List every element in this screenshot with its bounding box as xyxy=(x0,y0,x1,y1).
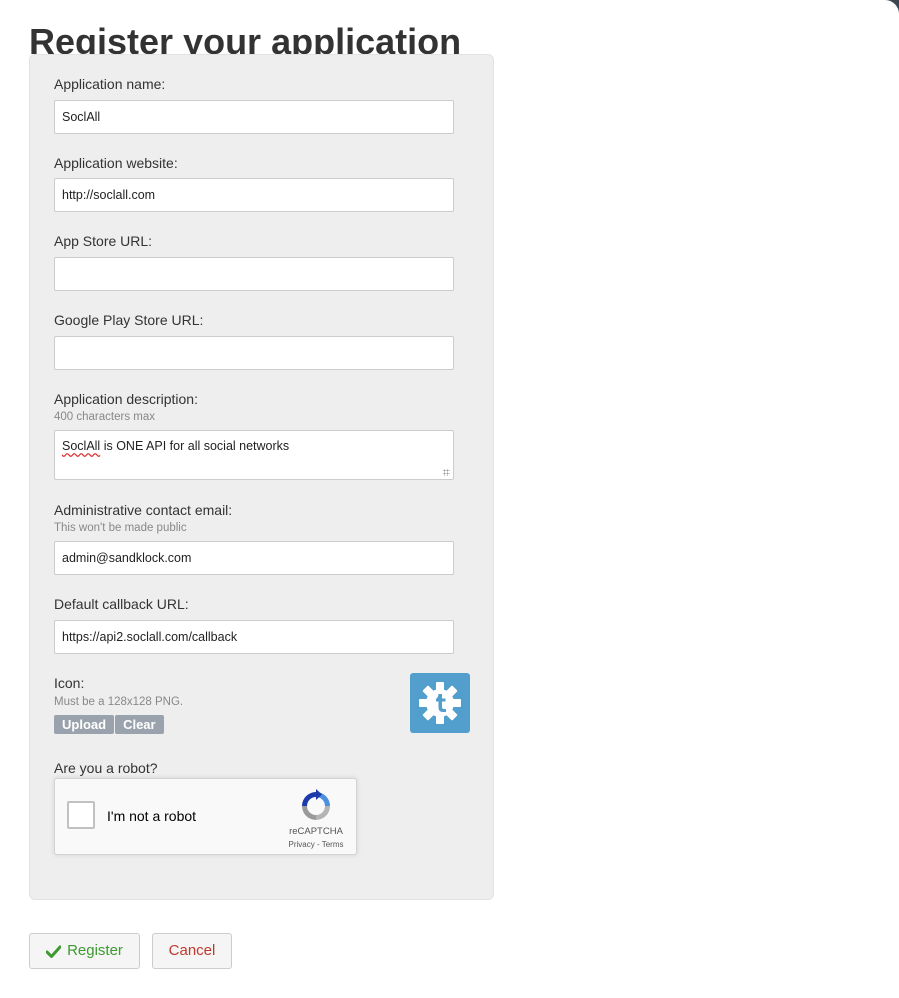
recaptcha-label: I'm not a robot xyxy=(107,808,197,824)
app-website-input[interactable]: http://soclall.com xyxy=(54,178,454,212)
play-store-url-label: Google Play Store URL: xyxy=(54,312,204,328)
play-store-url-input[interactable] xyxy=(54,336,454,370)
app-store-url-input[interactable] xyxy=(54,257,454,291)
icon-button-group: Upload Clear xyxy=(54,715,165,734)
robot-label: Are you a robot? xyxy=(54,760,158,776)
admin-email-hint: This won't be made public xyxy=(54,522,187,534)
callback-url-input[interactable]: https://api2.soclall.com/callback xyxy=(54,620,454,654)
description-label: Application description: xyxy=(54,391,198,407)
cancel-button[interactable]: Cancel xyxy=(152,933,232,969)
recaptcha-widget: I'm not a robot reCAPTCHA Privacy - Term… xyxy=(54,778,357,855)
icon-label: Icon: xyxy=(54,675,85,691)
page: Register your application Application na… xyxy=(0,0,899,998)
register-label: Register xyxy=(67,942,123,959)
recaptcha-checkbox[interactable] xyxy=(67,801,95,829)
admin-email-input[interactable]: admin@sandklock.com xyxy=(54,541,454,575)
description-text: is ONE API for all social networks xyxy=(100,439,290,453)
misspelled-word: SoclAll xyxy=(62,439,101,453)
icon-hint: Must be a 128x128 PNG. xyxy=(54,696,184,708)
privacy-link[interactable]: Privacy xyxy=(289,840,315,849)
registration-form: Application name: SoclAll Application we… xyxy=(29,54,494,900)
recaptcha-brand: reCAPTCHA xyxy=(289,826,343,837)
tumblr-gear-icon xyxy=(419,682,461,724)
callback-url-label: Default callback URL: xyxy=(54,596,189,612)
checkmark-icon xyxy=(46,945,62,958)
resize-handle-icon[interactable] xyxy=(443,469,450,476)
description-hint: 400 characters max xyxy=(54,411,155,423)
clear-button[interactable]: Clear xyxy=(115,715,164,734)
recaptcha-links: Privacy - Terms xyxy=(283,840,349,849)
app-name-label: Application name: xyxy=(54,76,166,92)
app-store-url-label: App Store URL: xyxy=(54,233,153,249)
icon-preview xyxy=(410,673,470,733)
admin-email-label: Administrative contact email: xyxy=(54,502,233,518)
description-textarea[interactable]: SoclAll is ONE API for all social networ… xyxy=(54,430,454,480)
app-name-input[interactable]: SoclAll xyxy=(54,100,454,134)
upload-button[interactable]: Upload xyxy=(54,715,115,734)
register-button[interactable]: Register xyxy=(29,933,140,969)
terms-link[interactable]: Terms xyxy=(322,840,344,849)
recaptcha-logo-icon xyxy=(302,789,330,820)
link-separator: - xyxy=(314,840,322,849)
app-website-label: Application website: xyxy=(54,155,178,171)
